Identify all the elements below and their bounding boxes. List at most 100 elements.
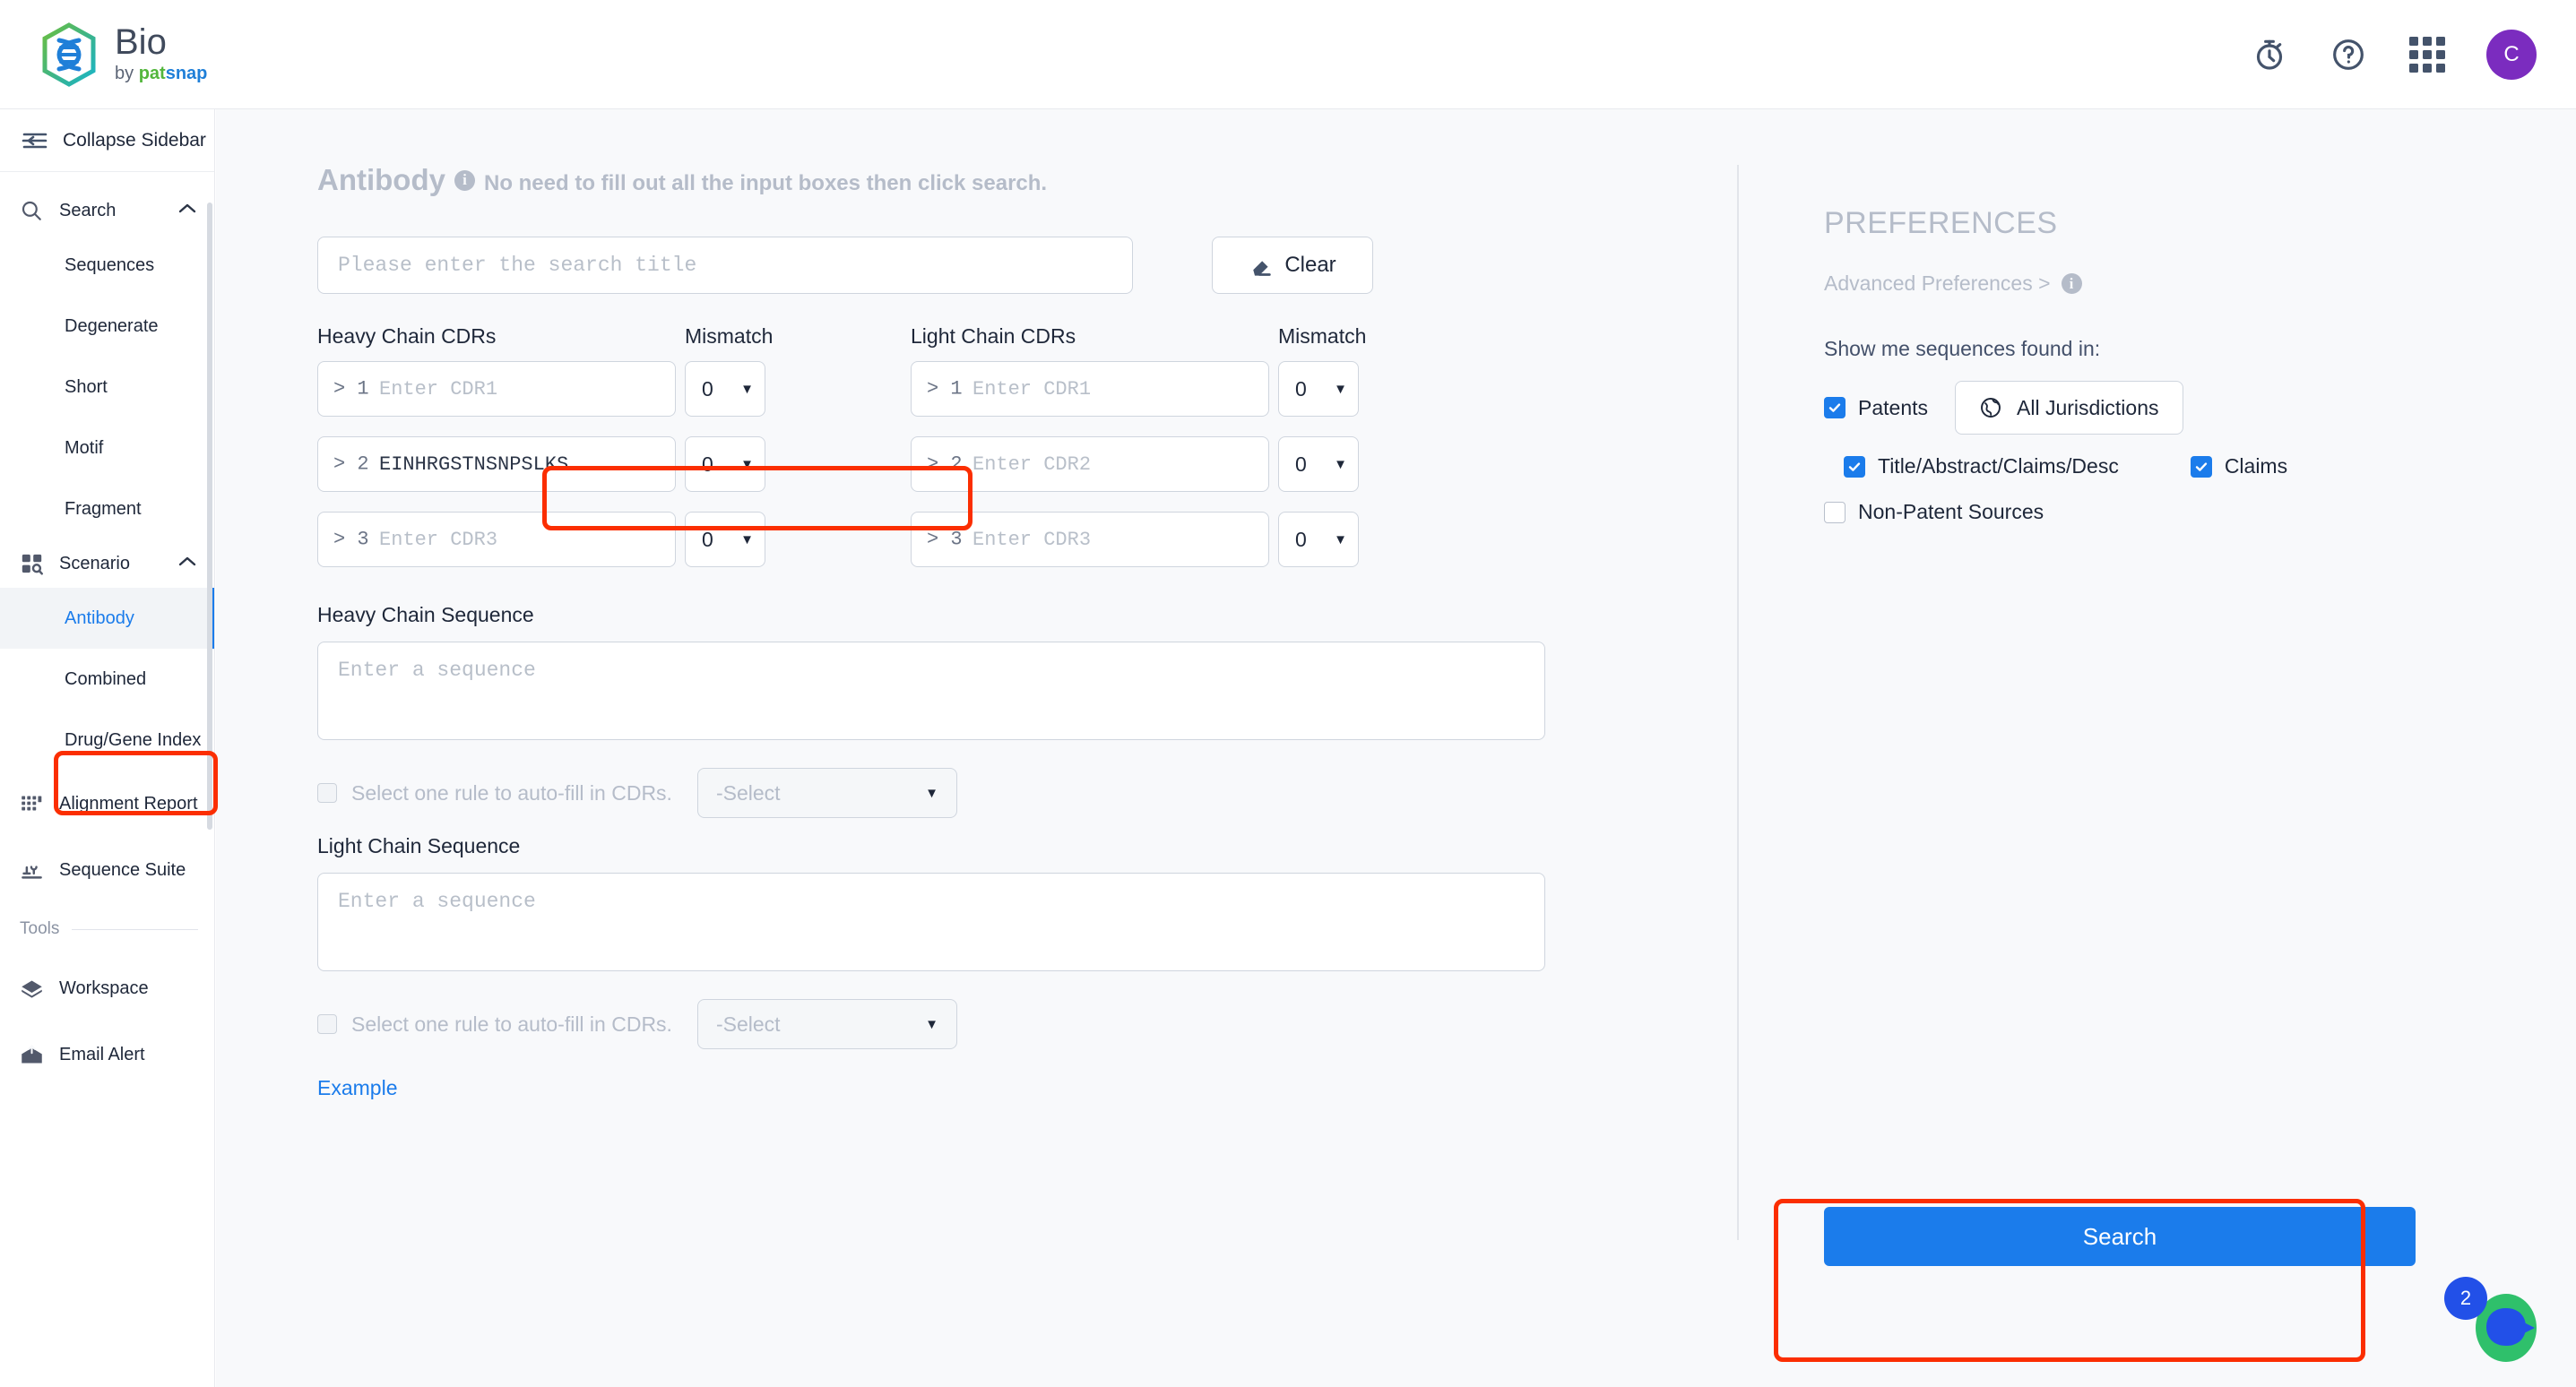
patent-fields-row: Title/Abstract/Claims/Desc Claims xyxy=(1824,454,2505,478)
heavy-autofill-rule-row: Select one rule to auto-fill in CDRs. -S… xyxy=(317,768,1738,818)
all-jurisdictions-label: All Jurisdictions xyxy=(2017,395,2159,419)
sidebar-item-sequences[interactable]: Sequences xyxy=(0,235,214,296)
heavy-autofill-checkbox[interactable] xyxy=(317,783,337,803)
sidebar-item-email-alert[interactable]: Email Alert xyxy=(0,1021,214,1088)
heavy-cdr2-input[interactable] xyxy=(317,436,676,492)
title-abstract-claims-desc-checkbox[interactable] xyxy=(1844,455,1865,478)
tools-label: Tools xyxy=(20,919,60,938)
light-autofill-checkbox[interactable] xyxy=(317,1014,337,1034)
sidebar-item-workspace[interactable]: Workspace xyxy=(0,955,214,1021)
page-title: Antibody xyxy=(317,163,445,196)
collapse-arrow-icon xyxy=(22,133,48,148)
brand-pat-text: pat xyxy=(138,63,166,83)
sidebar-item-label: Degenerate xyxy=(65,315,159,336)
non-patent-sources-checkbox[interactable] xyxy=(1824,501,1846,523)
brand-nap-text: nap xyxy=(175,63,208,83)
heavy-autofill-label: Select one rule to auto-fill in CDRs. xyxy=(351,780,672,805)
search-title-input[interactable] xyxy=(317,237,1133,294)
sidebar-group-search[interactable]: Search xyxy=(0,186,214,235)
app-header: Bio by patsnap C xyxy=(0,0,2576,109)
light-cdr1-mismatch-value: 0 xyxy=(1295,376,1307,401)
all-jurisdictions-button[interactable]: All Jurisdictions xyxy=(1955,381,2183,435)
sequence-suite-icon xyxy=(20,858,47,883)
apps-grid-icon[interactable] xyxy=(2407,35,2447,74)
workspace-box-icon xyxy=(20,977,47,1001)
main-content: Antibody i No need to fill out all the i… xyxy=(216,109,2576,1387)
patents-label: Patents xyxy=(1858,395,1928,419)
sidebar-item-motif[interactable]: Motif xyxy=(0,418,214,478)
heavy-cdr2-mismatch-select[interactable]: 0 ▼ xyxy=(685,436,765,492)
avatar[interactable]: C xyxy=(2486,29,2537,80)
light-chain-sequence-textarea[interactable] xyxy=(317,873,1545,971)
claims-checkbox[interactable] xyxy=(2190,455,2212,478)
chevron-down-icon: ▼ xyxy=(1334,531,1347,547)
sidebar-item-label: Motif xyxy=(65,437,104,458)
chevron-up-icon xyxy=(177,555,198,573)
brand-by-text: by xyxy=(115,63,139,83)
patents-checkbox[interactable] xyxy=(1824,397,1846,418)
advanced-preferences-row[interactable]: Advanced Preferences > i xyxy=(1824,271,2505,296)
sidebar-item-short[interactable]: Short xyxy=(0,357,214,418)
clear-button[interactable]: Clear xyxy=(1212,237,1373,294)
sidebar-group-scenario-label: Scenario xyxy=(59,553,130,573)
heavy-cdr1-mismatch-select[interactable]: 0 ▼ xyxy=(685,361,765,417)
light-cdr2-wrap: > 2 xyxy=(911,436,1269,492)
search-button[interactable]: Search xyxy=(1824,1207,2416,1266)
chevron-up-icon xyxy=(177,202,198,220)
sidebar-item-drug-gene-index[interactable]: Drug/Gene Index xyxy=(0,710,214,771)
info-icon[interactable]: i xyxy=(454,169,475,191)
light-autofill-select[interactable]: -Select ▼ xyxy=(696,999,957,1049)
light-cdr1-input[interactable] xyxy=(911,361,1269,417)
sidebar-item-degenerate[interactable]: Degenerate xyxy=(0,296,214,357)
avatar-initial: C xyxy=(2503,41,2520,66)
light-cdr3-mismatch-select[interactable]: 0 ▼ xyxy=(1278,512,1359,567)
sidebar-scrollbar[interactable] xyxy=(207,202,212,830)
heavy-cdr3-mismatch-value: 0 xyxy=(702,527,713,551)
sidebar-item-antibody[interactable]: Antibody xyxy=(0,588,214,649)
sidebar-item-sequence-suite[interactable]: Sequence Suite xyxy=(0,837,214,903)
light-cdr2-mismatch-select[interactable]: 0 ▼ xyxy=(1278,436,1359,492)
chat-unread-badge[interactable]: 2 xyxy=(2444,1277,2487,1320)
timer-icon[interactable] xyxy=(2250,35,2289,74)
heavy-cdr3-input[interactable] xyxy=(317,512,676,567)
sidebar-group-scenario[interactable]: Scenario xyxy=(0,539,214,588)
chevron-down-icon: ▼ xyxy=(925,1016,938,1032)
sidebar-item-fragment[interactable]: Fragment xyxy=(0,478,214,539)
sidebar-item-label: Sequences xyxy=(65,254,155,275)
brand-logo[interactable]: Bio by patsnap xyxy=(39,22,207,87)
divider-line xyxy=(72,928,198,930)
example-link[interactable]: Example xyxy=(317,1076,1738,1100)
help-icon[interactable] xyxy=(2329,35,2368,74)
vertical-divider xyxy=(1737,165,1739,1240)
brand-s-text: s xyxy=(165,63,176,83)
heavy-cdr3-mismatch-select[interactable]: 0 ▼ xyxy=(685,512,765,567)
light-cdr2-input[interactable] xyxy=(911,436,1269,492)
non-patent-sources-row: Non-Patent Sources xyxy=(1824,500,2505,524)
sidebar-item-label: Short xyxy=(65,376,108,397)
sidebar-item-label: Drug/Gene Index xyxy=(65,729,202,750)
sidebar: Collapse Sidebar Search Sequences Degene… xyxy=(0,109,215,1387)
light-cdr1-mismatch-select[interactable]: 0 ▼ xyxy=(1278,361,1359,417)
sidebar-group-search-label: Search xyxy=(59,200,117,220)
light-cdr3-input[interactable] xyxy=(911,512,1269,567)
info-icon[interactable]: i xyxy=(2061,273,2082,294)
sidebar-item-label: Antibody xyxy=(65,607,134,628)
heavy-autofill-select-value: -Select xyxy=(715,780,781,805)
chevron-down-icon: ▼ xyxy=(740,531,754,547)
heavy-autofill-select[interactable]: -Select ▼ xyxy=(696,768,957,818)
light-autofill-rule-row: Select one rule to auto-fill in CDRs. -S… xyxy=(317,999,1738,1049)
heavy-cdr3-wrap: > 3 xyxy=(317,512,676,567)
show-sequences-label: Show me sequences found in: xyxy=(1824,337,2101,360)
search-button-zone: Search xyxy=(1824,1207,2416,1266)
collapse-sidebar-button[interactable]: Collapse Sidebar xyxy=(0,109,214,172)
sidebar-item-alignment-report[interactable]: Alignment Report xyxy=(0,771,214,837)
heavy-chain-sequence-textarea[interactable] xyxy=(317,642,1545,740)
sidebar-item-combined[interactable]: Combined xyxy=(0,649,214,710)
title-abstract-claims-desc-label: Title/Abstract/Claims/Desc xyxy=(1878,454,2119,478)
light-autofill-select-value: -Select xyxy=(715,1012,781,1036)
antibody-search-form: Antibody i No need to fill out all the i… xyxy=(317,109,1738,1100)
chevron-down-icon: ▼ xyxy=(925,785,938,801)
sidebar-item-label: Sequence Suite xyxy=(59,859,186,880)
heavy-mismatch-label: Mismatch xyxy=(685,324,774,348)
heavy-cdr1-input[interactable] xyxy=(317,361,676,417)
